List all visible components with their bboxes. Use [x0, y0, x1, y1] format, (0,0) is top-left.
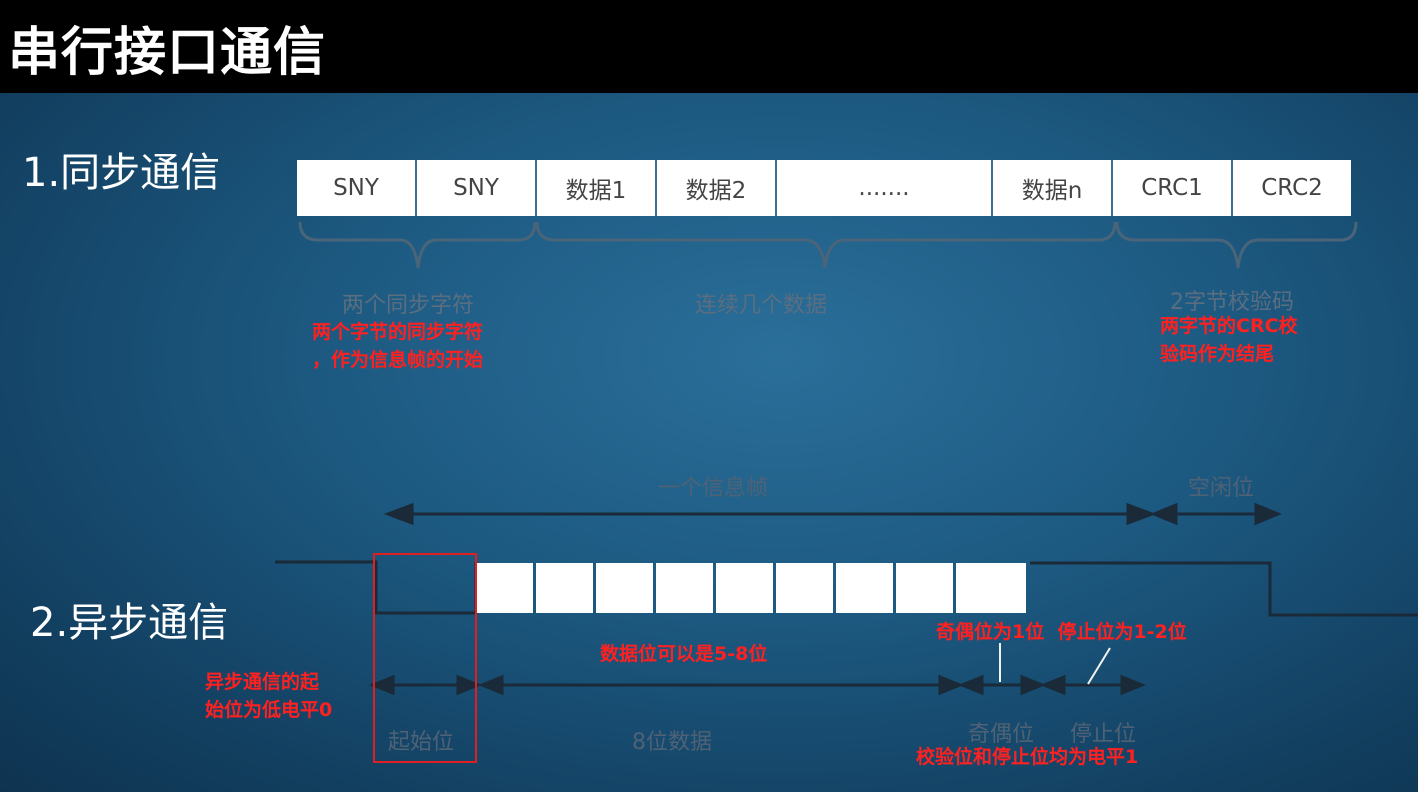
note-start-bit: 异步通信的起 始位为低电平0: [205, 671, 333, 721]
data-bit: [536, 563, 593, 613]
data-bit: [476, 563, 533, 613]
data-bit: [836, 563, 893, 613]
frame-label: 一个信息帧: [658, 476, 769, 501]
note-levels: 校验位和停止位均为电平1: [916, 746, 1139, 768]
note-pointers: [999, 643, 1111, 685]
label-data-bits: 8位数据: [632, 730, 712, 755]
idle-label: 空闲位: [1188, 476, 1255, 501]
parity-bit: [956, 563, 1026, 613]
data-bit: [716, 563, 773, 613]
data-bit: [776, 563, 833, 613]
data-bit: [596, 563, 653, 613]
brace-label-sync: 两个同步字符: [342, 293, 475, 318]
brace-label-data: 连续几个数据: [695, 293, 828, 318]
frame-arrows: [383, 502, 1282, 526]
note-crc: 两字节的CRC校 验码作为结尾: [1160, 315, 1298, 365]
async-heading: 2.异步通信: [30, 600, 229, 646]
label-start-bit: 起始位: [388, 730, 455, 755]
sync-braces: [298, 221, 1358, 269]
note-parity-stop: 奇偶位为1位 停止位为1-2位: [936, 621, 1187, 643]
data-bits: [476, 563, 1026, 613]
note-data-bits: 数据位可以是5-8位: [600, 643, 768, 665]
note-sync-chars: 两个字节的同步字符 ，作为信息帧的开始: [312, 321, 484, 371]
data-bit: [656, 563, 713, 613]
measure-arrows: [368, 674, 1147, 696]
data-bit: [896, 563, 953, 613]
